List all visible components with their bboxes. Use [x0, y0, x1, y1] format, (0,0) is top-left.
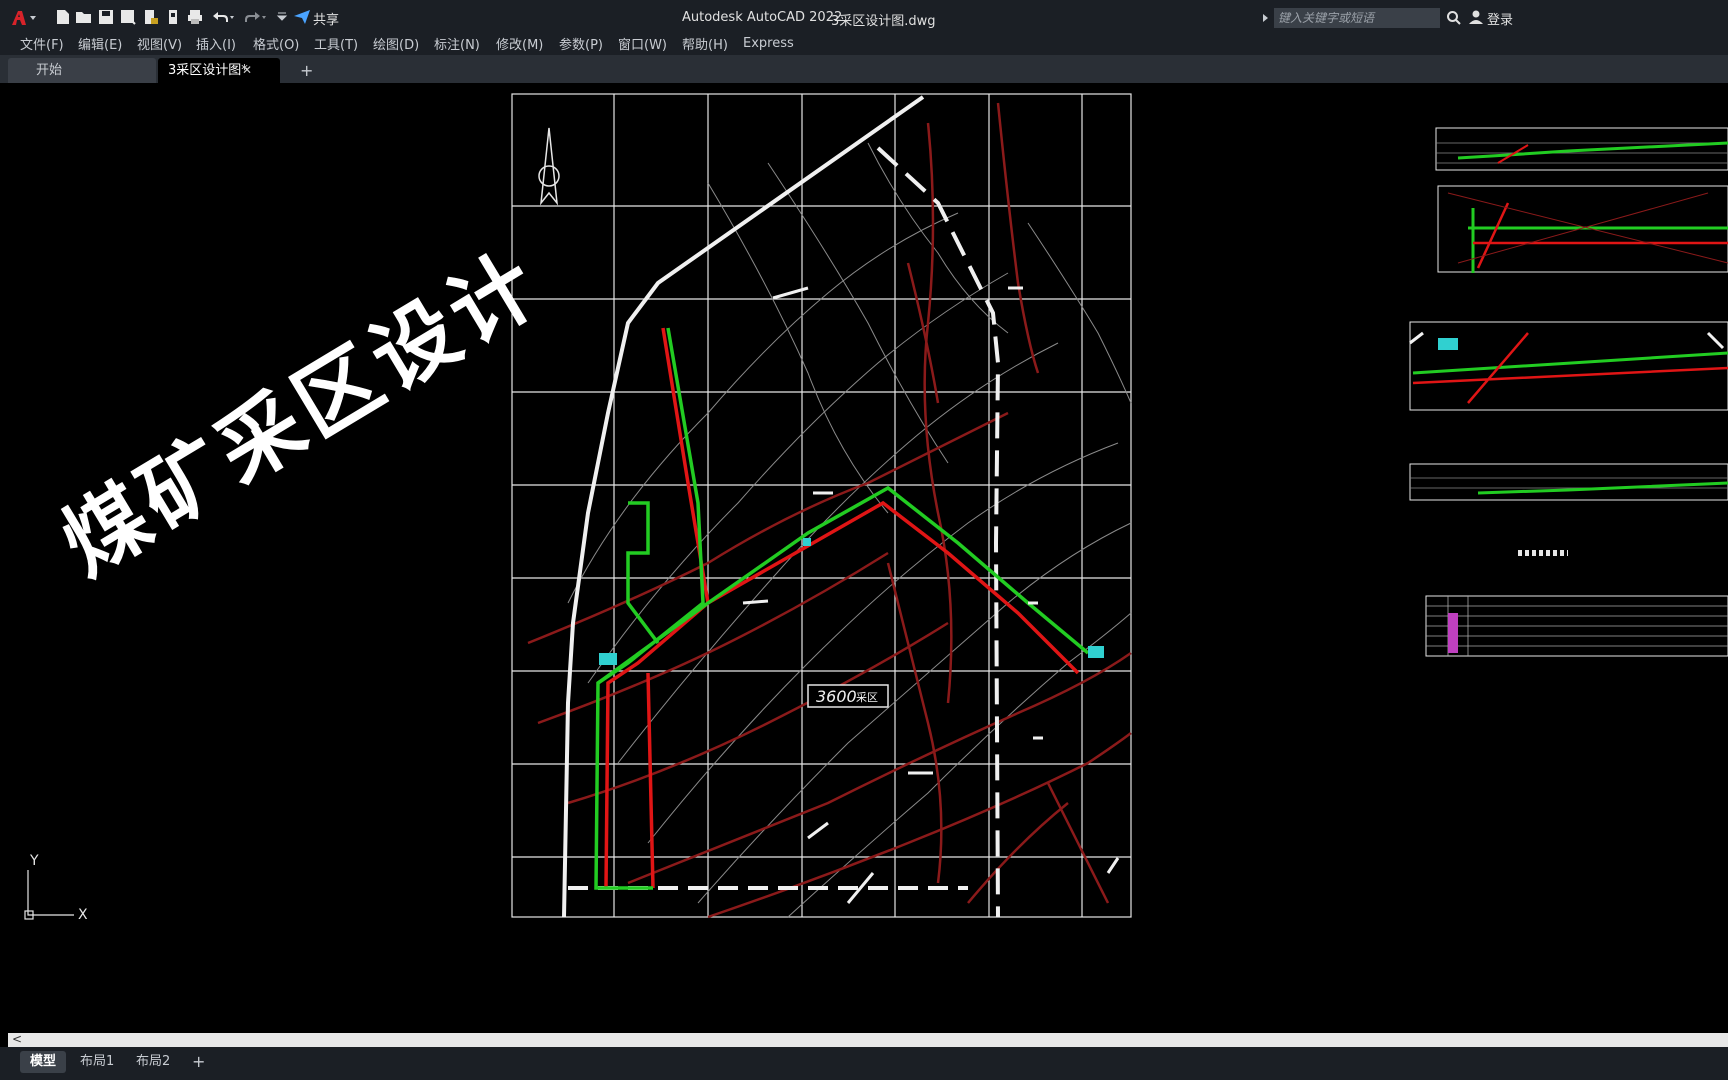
tab-document[interactable]: 3采区设计图* ✕ — [158, 58, 280, 83]
add-layout-button[interactable]: + — [182, 1051, 215, 1073]
layout-tab-1-label: 布局1 — [80, 1054, 115, 1069]
section-drawings — [1409, 127, 1728, 657]
ucs-icon — [24, 870, 74, 920]
layout-tab-1[interactable]: 布局1 — [70, 1051, 124, 1073]
user-icon[interactable] — [1468, 9, 1484, 25]
print-icon[interactable] — [186, 8, 204, 26]
drawing-svg[interactable]: 3600 采区 Y X — [8, 83, 1728, 1033]
close-icon[interactable]: ✕ — [242, 58, 252, 83]
redo-icon[interactable] — [242, 8, 268, 26]
scroll-left-arrow[interactable]: < — [12, 1032, 22, 1046]
fault-lines — [527, 102, 1132, 919]
layout-tab-2[interactable]: 布局2 — [126, 1051, 180, 1073]
menu-item-view[interactable]: 视图(V) — [137, 34, 182, 53]
new-file-icon[interactable] — [54, 8, 72, 26]
file-tab-bar: 开始 3采区设计图* ✕ + — [0, 55, 1728, 83]
publish-icon[interactable] — [142, 8, 160, 26]
menu-item-format[interactable]: 格式(O) — [253, 34, 299, 53]
menu-item-insert[interactable]: 插入(I) — [196, 34, 236, 53]
red-roadways — [604, 327, 1080, 889]
file-title: 3采区设计图.dwg — [831, 14, 936, 29]
coordinate-grid — [511, 93, 1132, 918]
tab-start[interactable]: 开始 — [8, 58, 156, 83]
north-arrow-icon — [538, 127, 560, 206]
layout-tab-bar: 模型 布局1 布局2 + — [0, 1047, 1728, 1080]
menu-item-dimension[interactable]: 标注(N) — [434, 34, 480, 53]
ucs-y-label: Y — [29, 853, 39, 869]
menu-item-express[interactable]: Express — [743, 36, 794, 51]
search-expand-icon[interactable] — [1260, 12, 1270, 24]
layout-tab-model-label: 模型 — [30, 1054, 57, 1069]
menu-item-help[interactable]: 帮助(H) — [682, 34, 728, 53]
area-label-suffix: 采区 — [856, 691, 878, 704]
new-tab-button[interactable]: + — [290, 58, 314, 83]
menu-item-file[interactable]: 文件(F) — [20, 34, 64, 53]
search-placeholder: 键入关键字或短语 — [1278, 11, 1375, 25]
drawing-canvas[interactable]: 3600 采区 Y X 煤矿采区设计 — [8, 83, 1728, 1033]
menu-item-edit[interactable]: 编辑(E) — [78, 34, 122, 53]
menu-item-draw[interactable]: 绘图(D) — [373, 34, 419, 53]
tab-document-label: 3采区设计图* — [168, 63, 248, 78]
layout-tab-model[interactable]: 模型 — [20, 1051, 67, 1073]
horizontal-scrollbar[interactable]: < — [8, 1032, 1728, 1047]
login-link[interactable]: 登录 — [1487, 9, 1513, 28]
plus-icon: + — [300, 61, 314, 80]
area-label-number: 3600 — [816, 687, 857, 706]
menu-item-parametric[interactable]: 参数(P) — [559, 34, 603, 53]
save-icon[interactable] — [97, 8, 115, 26]
plus-icon: + — [192, 1052, 206, 1071]
menu-item-modify[interactable]: 修改(M) — [496, 34, 543, 53]
share-icon[interactable] — [293, 8, 311, 26]
menu-bar: 文件(F) 编辑(E) 视图(V) 插入(I) 格式(O) 工具(T) 绘图(D… — [0, 31, 1728, 55]
share-label[interactable]: 共享 — [313, 9, 339, 28]
search-input[interactable]: 键入关键字或短语 — [1274, 8, 1440, 28]
undo-icon[interactable] — [210, 8, 236, 26]
open-folder-icon[interactable] — [75, 8, 93, 26]
autocad-logo-icon[interactable] — [10, 9, 38, 27]
layout-tab-2-label: 布局2 — [136, 1054, 171, 1069]
tab-start-label: 开始 — [36, 63, 63, 78]
save-as-icon[interactable] — [119, 8, 137, 26]
ucs-x-label: X — [78, 907, 88, 923]
app-title: Autodesk AutoCAD 2022 — [682, 10, 843, 25]
menu-item-window[interactable]: 窗口(W) — [618, 34, 667, 53]
menu-item-tools[interactable]: 工具(T) — [314, 34, 358, 53]
plot-preview-icon[interactable] — [164, 8, 182, 26]
customize-toolbar-icon[interactable] — [276, 8, 288, 26]
search-icon[interactable] — [1446, 10, 1462, 26]
